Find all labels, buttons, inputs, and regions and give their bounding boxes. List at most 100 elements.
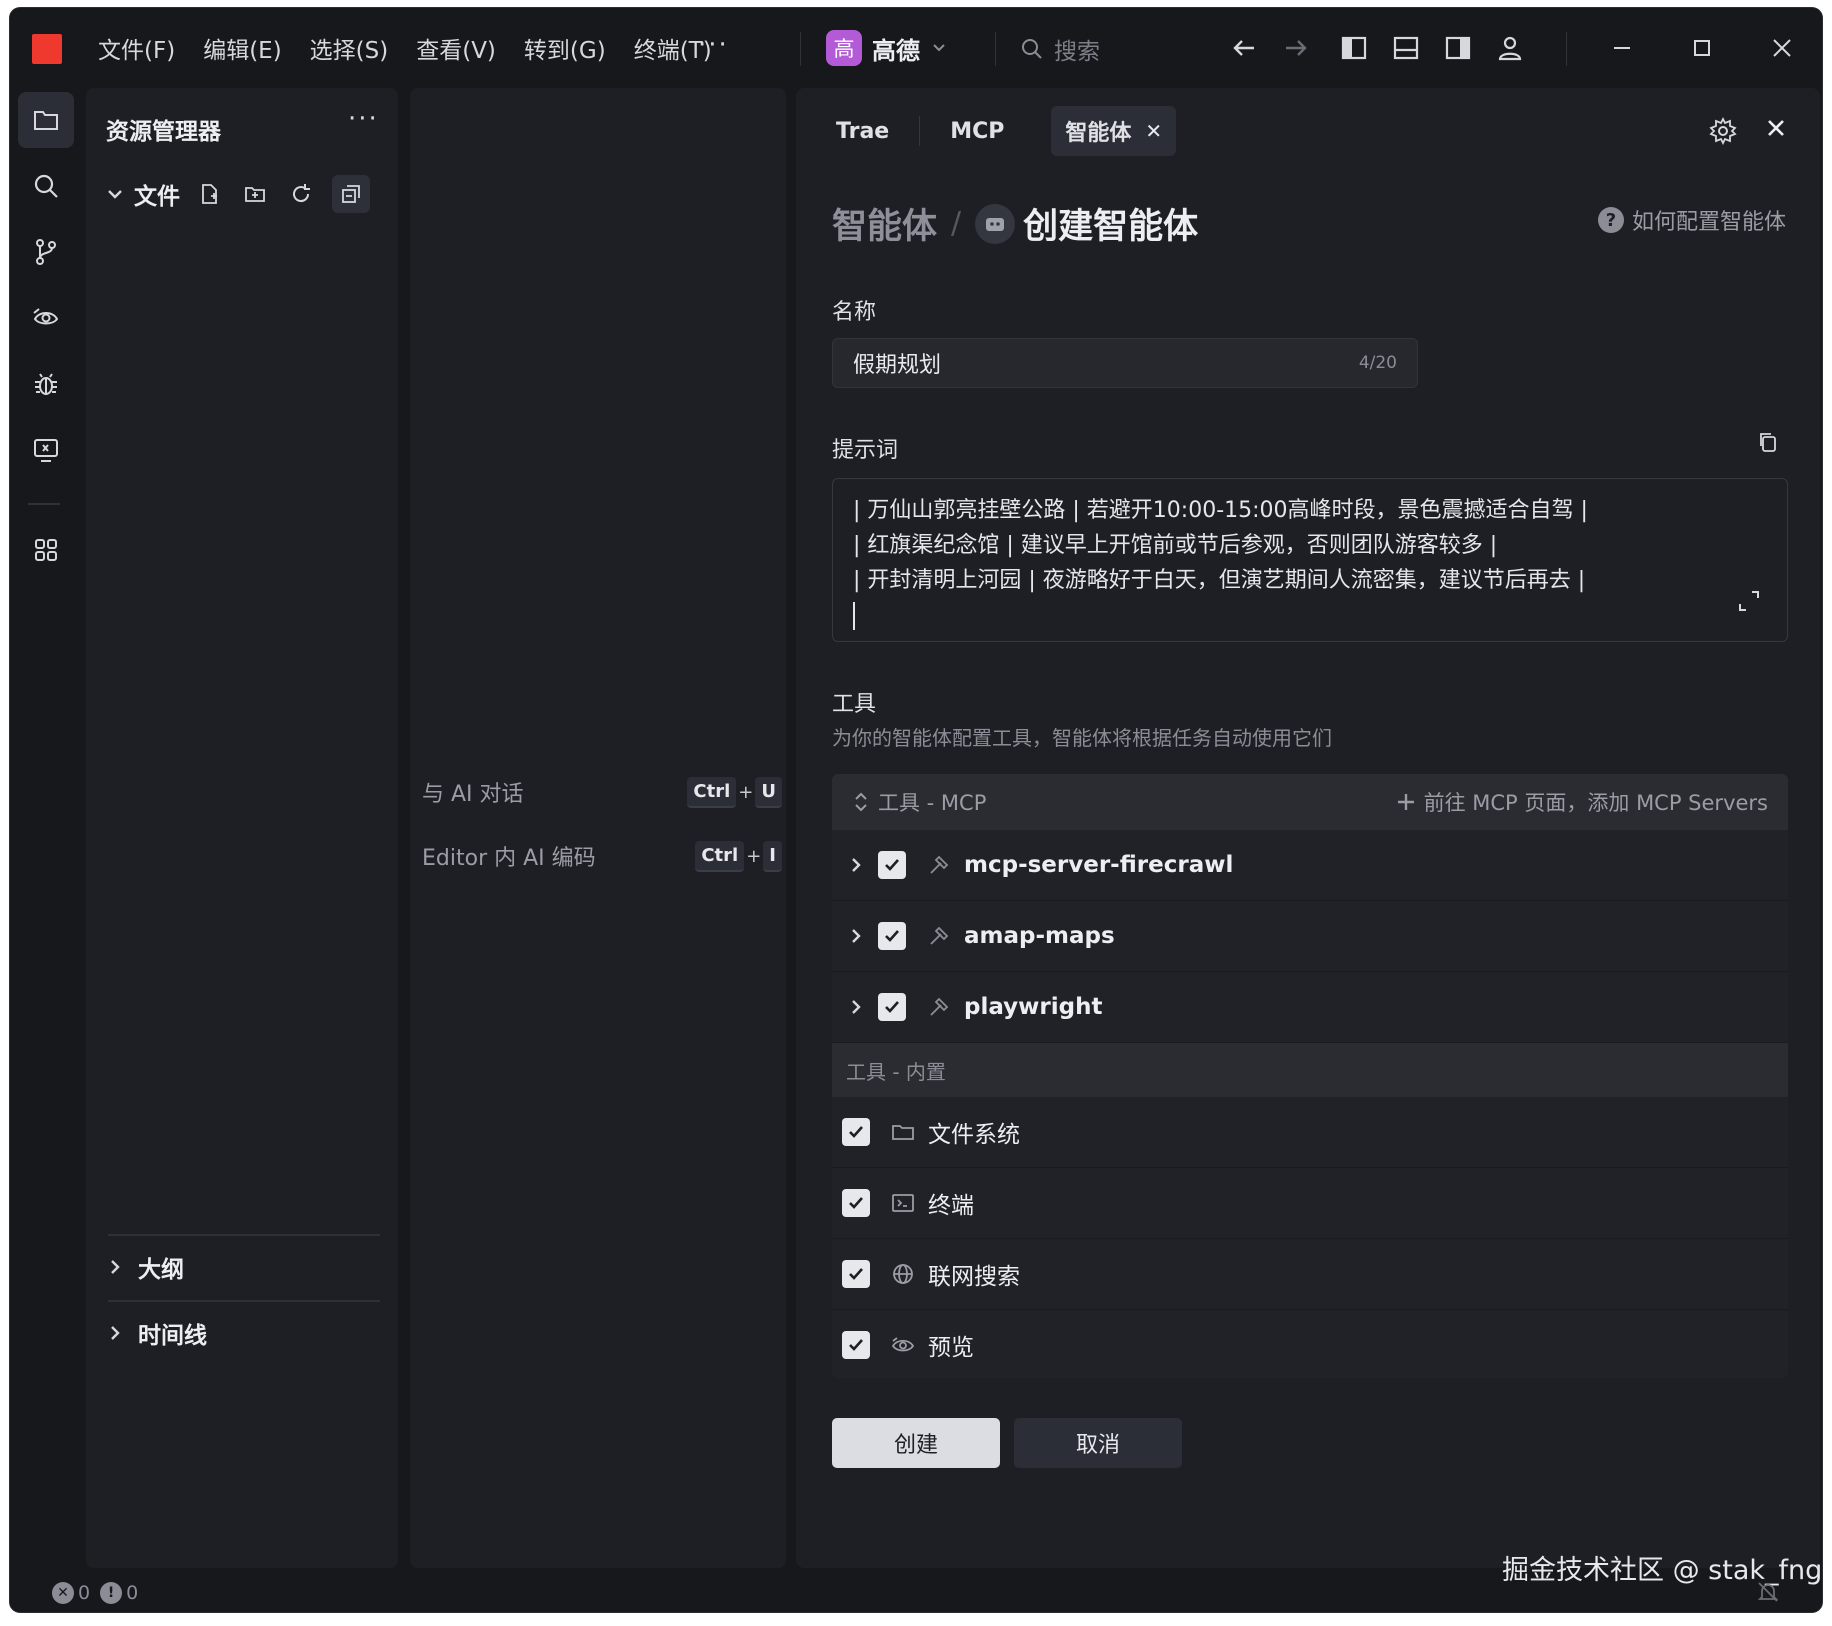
close-panel-icon[interactable] xyxy=(1764,116,1788,140)
app-logo xyxy=(32,34,62,64)
create-button[interactable]: 创建 xyxy=(832,1418,1000,1468)
outline-section[interactable]: 大纲 xyxy=(106,1250,184,1284)
tool-name: 预览 xyxy=(928,1335,974,1361)
cancel-button[interactable]: 取消 xyxy=(1014,1418,1182,1468)
expand-icon[interactable] xyxy=(1736,588,1762,614)
builtin-tool-row[interactable]: 联网搜索 xyxy=(832,1239,1788,1310)
chevron-right-icon[interactable] xyxy=(846,997,866,1017)
menu-edit[interactable]: 编辑(E) xyxy=(203,31,281,65)
hammer-icon xyxy=(930,926,949,945)
help-link[interactable]: ? 如何配置智能体 xyxy=(1597,204,1786,236)
tab-trae[interactable]: Trae xyxy=(822,106,903,156)
back-arrow-icon[interactable] xyxy=(1228,32,1260,64)
hammer-icon xyxy=(930,997,949,1016)
prompt-textarea[interactable]: | 万仙山郭亮挂壁公路 | 若避开10:00-15:00高峰时段，景色震撼适合自… xyxy=(832,478,1788,642)
problems-indicator[interactable]: ✕ 0 ! 0 xyxy=(52,1582,138,1604)
project-switcher[interactable]: 高 高德 xyxy=(826,28,946,68)
tool-name: amap-maps xyxy=(964,923,1115,949)
builtin-tool-row[interactable]: 预览 xyxy=(832,1310,1788,1378)
tool-name: 终端 xyxy=(928,1193,974,1219)
explorer-activity-icon[interactable] xyxy=(18,92,74,148)
folder-icon xyxy=(892,1125,914,1140)
mcp-header-left[interactable]: 工具 - MCP xyxy=(852,787,986,817)
extensions-grid-icon[interactable] xyxy=(18,522,74,578)
mcp-tool-row[interactable]: playwright xyxy=(832,972,1788,1043)
checkbox-checked[interactable] xyxy=(842,1260,870,1288)
mcp-header-title: 工具 - MCP xyxy=(878,791,987,815)
debug-bug-icon[interactable] xyxy=(18,356,74,412)
tab-close-icon[interactable]: ✕ xyxy=(1145,119,1162,143)
toggle-left-panel-icon[interactable] xyxy=(1338,32,1370,64)
warning-icon: ! xyxy=(100,1582,123,1604)
preview-eye-icon xyxy=(891,1337,915,1352)
mcp-tool-row[interactable]: mcp-server-firecrawl xyxy=(832,830,1788,901)
search-box[interactable]: 搜索 xyxy=(1020,32,1100,66)
timeline-section[interactable]: 时间线 xyxy=(106,1316,207,1350)
key: U xyxy=(755,776,782,808)
breadcrumb: 智能体 / 创建智能体 xyxy=(832,198,1198,249)
toggle-bottom-panel-icon[interactable] xyxy=(1390,32,1422,64)
settings-gear-icon[interactable] xyxy=(1708,116,1738,146)
checkbox-checked[interactable] xyxy=(842,1189,870,1217)
agent-panel: Trae MCP 智能体 ✕ 智能体 / 创建智能体 ? 如何配置智能体 名称 … xyxy=(796,88,1820,1568)
add-mcp-link[interactable]: 前往 MCP 页面，添加 MCP Servers xyxy=(1396,787,1768,817)
chevron-right-icon[interactable] xyxy=(846,926,866,946)
outline-label: 大纲 xyxy=(138,1257,184,1283)
activity-bar xyxy=(10,88,76,1578)
forward-arrow-icon[interactable] xyxy=(1280,32,1312,64)
mcp-tool-row[interactable]: amap-maps xyxy=(832,901,1788,972)
title-bar: 文件(F) 编辑(E) 选择(S) 查看(V) 转到(G) 终端(T) ··· … xyxy=(10,8,1822,88)
new-file-icon[interactable] xyxy=(194,179,224,209)
notification-muted-icon[interactable] xyxy=(1756,1580,1780,1604)
minimize-icon[interactable] xyxy=(1606,32,1638,64)
chevron-down-icon xyxy=(933,44,945,52)
folder-root[interactable]: 文件 xyxy=(106,174,386,214)
maximize-icon[interactable] xyxy=(1686,32,1718,64)
checkmark-icon xyxy=(849,1126,863,1138)
menu-go[interactable]: 转到(G) xyxy=(524,31,606,65)
source-control-icon[interactable] xyxy=(18,224,74,280)
key: Ctrl xyxy=(695,840,745,872)
search-activity-icon[interactable] xyxy=(18,158,74,214)
checkmark-icon xyxy=(885,930,899,942)
builtin-tool-row[interactable]: 文件系统 xyxy=(832,1097,1788,1168)
sort-updown-icon xyxy=(855,792,867,812)
builtin-tool-row[interactable]: 终端 xyxy=(832,1168,1788,1239)
breadcrumb-separator: / xyxy=(951,206,962,241)
checkbox-checked[interactable] xyxy=(878,993,906,1021)
shortcut-inline-edit[interactable]: Editor 内 AI 编码 Ctrl + I xyxy=(422,840,782,872)
close-window-icon[interactable] xyxy=(1766,32,1798,64)
toggle-right-panel-icon[interactable] xyxy=(1442,32,1474,64)
explorer-title: 资源管理器 xyxy=(106,119,221,145)
new-folder-icon[interactable] xyxy=(240,179,270,209)
menu-selection[interactable]: 选择(S) xyxy=(310,31,389,65)
explorer-more-button[interactable]: ··· xyxy=(348,104,379,134)
mcp-tools-header: 工具 - MCP 前往 MCP 页面，添加 MCP Servers xyxy=(832,774,1788,830)
copy-icon[interactable] xyxy=(1756,430,1780,454)
timeline-label: 时间线 xyxy=(138,1323,207,1349)
search-icon xyxy=(1022,39,1042,59)
menu-view[interactable]: 查看(V) xyxy=(416,31,496,65)
name-input[interactable]: 假期规划 4/20 xyxy=(832,338,1418,388)
checkbox-checked[interactable] xyxy=(842,1118,870,1146)
breadcrumb-parent[interactable]: 智能体 xyxy=(832,198,937,249)
shortcut-chat[interactable]: 与 AI 对话 Ctrl + U xyxy=(422,776,782,808)
tab-mcp[interactable]: MCP xyxy=(936,106,1018,156)
chevron-right-icon[interactable] xyxy=(846,855,866,875)
checkbox-checked[interactable] xyxy=(878,922,906,950)
tools-label: 工具 xyxy=(832,692,877,717)
preview-eye-icon[interactable] xyxy=(18,290,74,346)
checkbox-checked[interactable] xyxy=(878,851,906,879)
folder-label: 文件 xyxy=(134,184,180,210)
checkbox-checked[interactable] xyxy=(842,1331,870,1359)
menu-file[interactable]: 文件(F) xyxy=(98,31,175,65)
remote-monitor-icon[interactable] xyxy=(18,422,74,478)
tab-agent[interactable]: 智能体 ✕ xyxy=(1051,106,1177,156)
divider xyxy=(108,1234,380,1236)
menu-more-button[interactable]: ··· xyxy=(698,30,729,60)
tool-name: 文件系统 xyxy=(928,1122,1020,1148)
refresh-icon[interactable] xyxy=(286,179,316,209)
prompt-label: 提示词 xyxy=(832,438,899,463)
collapse-all-icon[interactable] xyxy=(332,175,370,213)
account-icon[interactable] xyxy=(1494,32,1526,64)
